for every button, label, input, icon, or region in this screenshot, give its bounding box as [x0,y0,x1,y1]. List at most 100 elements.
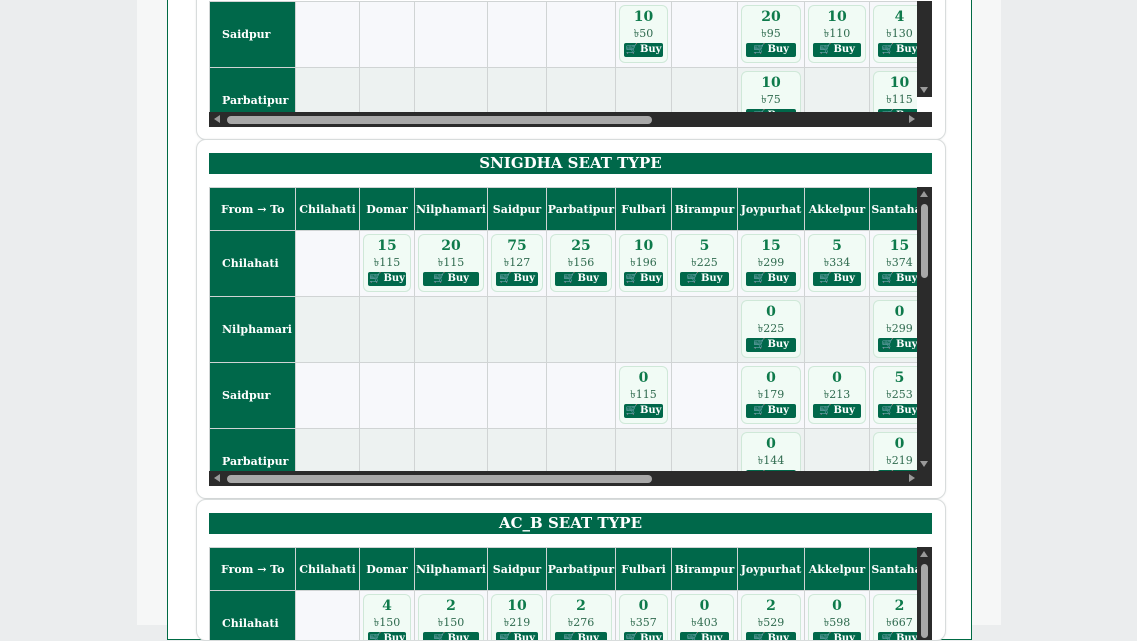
fare-price: ৳196 [630,256,657,269]
destination-header: Parbatipur [546,547,616,591]
destination-header: Santahar [869,187,917,231]
section-title: SNIGDHA SEAT TYPE [209,153,932,174]
buy-button[interactable]: 🛒Buy [746,632,796,640]
scroll-down-arrow-icon[interactable] [920,87,928,93]
scroll-up-arrow-icon[interactable] [920,551,928,557]
fare-box: 10 ৳50 🛒 Buy [619,5,668,63]
buy-button[interactable]: 🛒Buy [624,43,663,57]
horizontal-scrollbar[interactable] [209,471,932,486]
buy-button[interactable]: 🛒Buy [878,43,917,57]
buy-button[interactable]: 🛒Buy [555,632,607,640]
fare-cell [487,362,547,429]
cart-icon: 🛒 [625,44,638,55]
buy-button[interactable]: 🛒Buy [878,338,917,352]
origin-station: Parbatipur [209,428,296,471]
scrollbar-thumb[interactable] [227,475,652,483]
fare-cell: 25 ৳156 🛒 Buy [546,230,616,297]
fare-cell [359,67,415,112]
buy-button[interactable]: 🛒Buy [746,338,796,352]
destination-header: Chilahati [295,187,360,231]
buy-button[interactable]: 🛒Buy [496,272,538,286]
buy-button[interactable]: 🛒Buy [680,632,729,640]
scroll-down-arrow-icon[interactable] [920,461,928,467]
buy-button[interactable]: 🛒Buy [680,272,729,286]
buy-button[interactable]: 🛒Buy [496,632,538,640]
fare-price: ৳598 [823,616,851,629]
horizontal-scrollbar[interactable] [209,112,932,127]
buy-button[interactable]: 🛒Buy [423,272,479,286]
buy-button[interactable]: 🛒Buy [813,632,861,640]
buy-button[interactable]: 🛒Buy [813,404,861,418]
table-row: Chilahati 4 ৳150 🛒 Buy 2 ৳150 🛒 Buy 10 ৳219 🛒 Buy 2 ৳2… [209,590,917,640]
fare-price: ৳95 [761,27,781,40]
fare-cell [414,1,488,68]
buy-button[interactable]: 🛒Buy [813,272,861,286]
buy-button[interactable]: 🛒Buy [878,272,917,286]
cart-icon: 🛒 [686,273,699,284]
scroll-up-arrow-icon[interactable] [920,191,928,197]
buy-button[interactable]: 🛒Buy [746,404,796,418]
fare-box: 10৳75🛒Buy [741,71,801,112]
fare-cell [359,296,415,363]
table-row: Saidpur 10 ৳50 🛒 Buy 20 ৳95 🛒 Buy 10 ৳110 🛒 Buy 4 ৳130… [209,1,917,68]
cart-icon: 🛒 [819,405,832,416]
destination-header: Joypurhat [737,187,805,231]
fare-box: 75 ৳127 🛒 Buy [491,234,543,292]
scrollbar-thumb[interactable] [227,116,652,124]
cart-icon: 🛒 [625,273,638,284]
fare-box: 0 ৳598 🛒 Buy [808,594,866,640]
buy-button[interactable]: 🛒Buy [878,404,917,418]
buy-button[interactable]: 🛒Buy [813,43,861,57]
fare-box: 5 ৳225 🛒 Buy [675,234,734,292]
buy-button[interactable]: 🛒Buy [878,632,917,640]
fare-price: ৳115 [373,256,401,269]
buy-button[interactable]: 🛒Buy [423,632,479,640]
scroll-right-arrow-icon[interactable] [909,474,915,482]
scroll-left-arrow-icon[interactable] [214,115,220,123]
origin-station: Parbatipur [209,67,296,112]
buy-button[interactable]: 🛒Buy [555,272,607,286]
fare-cell: 10 ৳219 🛒 Buy [487,590,547,640]
origin-station: Saidpur [209,1,296,68]
vertical-scrollbar[interactable] [917,187,932,471]
buy-label: Buy [577,633,599,640]
fare-cell [414,362,488,429]
fare-price: ৳374 [886,256,913,269]
fare-cell [671,362,738,429]
buy-button[interactable]: 🛒Buy [624,632,663,640]
fare-cell: 2 ৳276 🛒 Buy [546,590,616,640]
available-seats: 0 [832,598,842,614]
buy-button[interactable]: 🛒Buy [746,272,796,286]
fare-cell [546,67,616,112]
fare-cell: 0 ৳179 🛒 Buy [737,362,805,429]
buy-button[interactable]: 🛒Buy [368,632,406,640]
fare-cell [546,1,616,68]
fare-table: Saidpur 10 ৳50 🛒 Buy 20 ৳95 🛒 Buy 10 ৳110 🛒 Buy 4 ৳130… [209,1,917,112]
vertical-scrollbar[interactable] [917,1,932,97]
buy-label: Buy [767,633,789,640]
available-seats: 20 [761,9,781,25]
available-seats: 0 [699,598,710,614]
fare-cell [804,428,870,471]
destination-header: Joypurhat [737,547,805,591]
scroll-left-arrow-icon[interactable] [214,474,220,482]
destination-header: Saidpur [487,547,547,591]
vertical-scrollbar[interactable] [917,547,932,640]
buy-label: Buy [383,273,405,284]
fare-box: 0৳219🛒Buy [873,432,917,471]
cart-icon: 🛒 [433,633,446,640]
buy-button[interactable]: 🛒Buy [624,272,663,286]
buy-button[interactable]: 🛒Buy [624,404,663,418]
buy-button[interactable]: 🛒Buy [368,272,406,286]
fare-cell [414,67,488,112]
buy-label: Buy [895,633,917,640]
fare-cell [671,296,738,363]
scroll-right-arrow-icon[interactable] [909,115,915,123]
destination-header: Birampur [671,187,738,231]
buy-button[interactable]: 🛒Buy [746,43,796,57]
buy-label: Buy [513,633,535,640]
cart-icon: 🛒 [881,405,894,416]
scrollbar-thumb[interactable] [921,564,928,638]
fare-cell: 0 ৳213 🛒 Buy [804,362,870,429]
scrollbar-thumb[interactable] [921,204,928,278]
